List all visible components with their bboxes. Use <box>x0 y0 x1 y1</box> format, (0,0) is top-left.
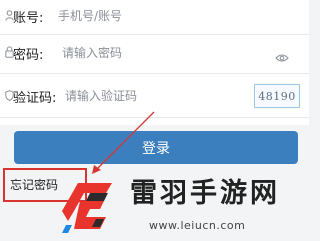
captcha-input[interactable] <box>65 87 235 105</box>
watermark: 雷羽手游网 www.leiucn.com <box>60 175 309 241</box>
show-password-eye-icon[interactable] <box>275 48 289 61</box>
captcha-image[interactable]: 48190 <box>254 84 300 108</box>
divider <box>0 117 309 118</box>
login-button[interactable]: 登录 <box>14 131 298 164</box>
watermark-logo-icon <box>62 183 112 233</box>
divider <box>0 73 309 74</box>
account-label: 账号: <box>13 11 44 26</box>
password-input[interactable] <box>62 44 252 62</box>
account-input[interactable] <box>58 7 258 25</box>
account-row: 账号: <box>0 0 309 33</box>
captcha-label: 验证码: <box>13 91 57 106</box>
forgot-password-link[interactable]: 忘记密码 <box>10 176 58 193</box>
watermark-url: www.leiucn.com <box>149 219 246 232</box>
watermark-title: 雷羽手游网 <box>130 178 280 209</box>
login-form: 账号: 密码: 验证码: 48190 <box>0 0 309 125</box>
password-row: 密码: <box>0 34 309 71</box>
password-label: 密码: <box>13 48 44 63</box>
